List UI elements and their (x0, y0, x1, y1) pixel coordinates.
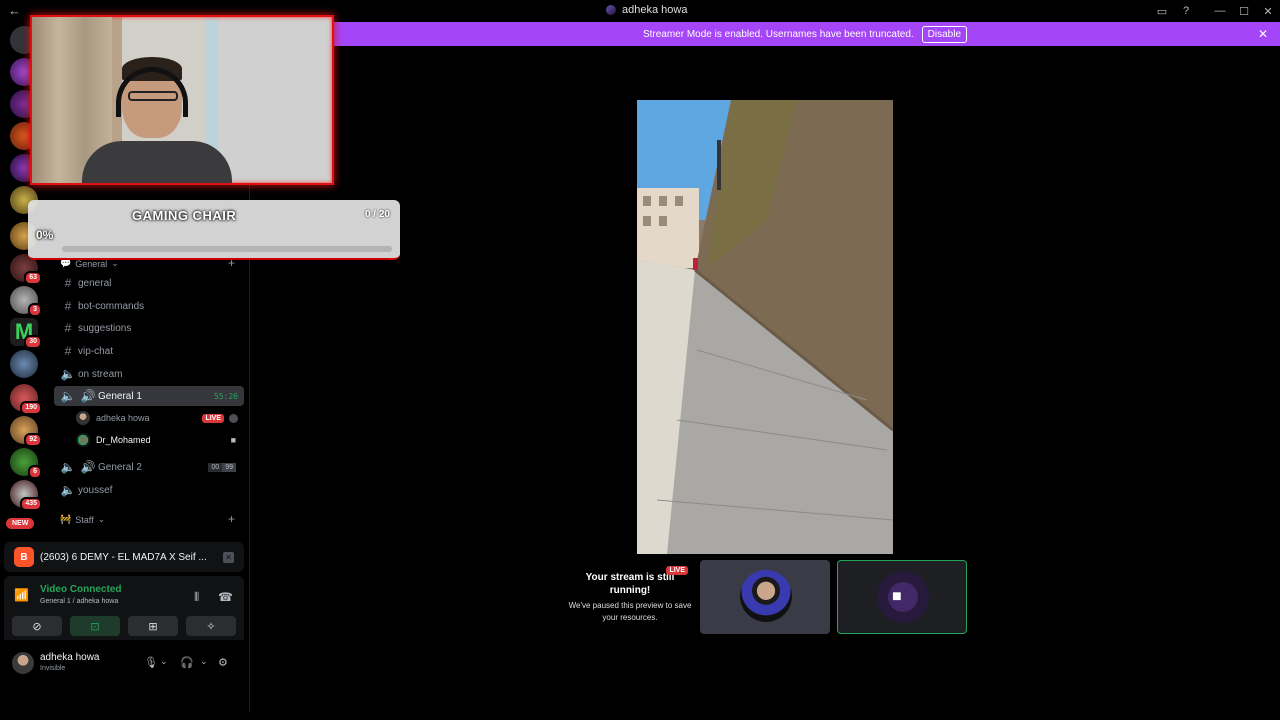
server-icon[interactable]: 435 (10, 480, 42, 511)
soundboard-button[interactable]: ✧ (186, 616, 236, 636)
user-limit-counter: 00 99 (208, 462, 236, 472)
avatar (740, 570, 792, 622)
chevron-down-icon[interactable]: ⌄ (200, 656, 208, 667)
webcam-overlay (30, 15, 334, 185)
server-icon[interactable]: 190 (10, 384, 42, 415)
user-panel: adheka howa Invisible 🎙 ⌄ 🎧 ⌄ ⚙ (4, 642, 244, 686)
voice-status[interactable]: Video Connected (40, 584, 122, 595)
channel-general[interactable]: # general (54, 273, 244, 293)
signal-icon[interactable]: 📶 (14, 588, 29, 602)
inbox-icon[interactable]: ▭ (1150, 0, 1174, 22)
stream-preview[interactable] (637, 100, 893, 554)
voice-timer: 55:26 (213, 391, 238, 401)
chevron-down-icon[interactable]: ⌄ (160, 656, 168, 667)
noise-suppression-icon[interactable]: ⦀ (194, 590, 199, 605)
window-title: adheka howa (606, 4, 687, 16)
hashtag-icon: # (64, 299, 72, 313)
activity-panel[interactable]: B (2603) 6 DEMY - EL MAD7A X Seif ... ✕ (4, 542, 244, 572)
new-badge: NEW (6, 518, 35, 529)
voice-member[interactable]: Dr_Mohamed ■ (76, 430, 242, 450)
goal-progress-track (62, 246, 392, 252)
live-badge: LIVE (202, 413, 224, 423)
maximize-button[interactable]: ☐ (1232, 0, 1256, 22)
close-window-button[interactable]: ✕ (1256, 0, 1280, 22)
channel-bot-commands[interactable]: # bot-commands (54, 296, 244, 316)
speaker-icon: 🔊 (80, 460, 96, 474)
goal-title: GAMING CHAIR (132, 208, 237, 223)
avatar[interactable] (12, 652, 34, 674)
avatar (76, 433, 90, 447)
speaker-icon: 🔈 (60, 460, 76, 474)
brave-browser-icon: B (14, 547, 34, 567)
voice-channel-general-1[interactable]: 🔈 🔊 General 1 55:26 (54, 386, 244, 406)
hashtag-icon: # (64, 344, 72, 358)
participant-tile-active[interactable]: ■ (837, 560, 967, 634)
participant-tile[interactable] (700, 560, 830, 634)
streamer-mode-banner: Streamer Mode is enabled. Usernames have… (330, 22, 1280, 46)
server-icon[interactable]: 3 (10, 286, 42, 317)
category-icon: 🚧 (60, 514, 72, 524)
speaker-icon: 🔈 (60, 483, 76, 497)
banner-text: Streamer Mode is enabled. Usernames have… (642, 28, 914, 40)
streamer-figure (82, 57, 232, 183)
turn-off-camera-button[interactable]: ⊘ (12, 616, 62, 636)
share-screen-button[interactable]: ⊡ (70, 616, 120, 636)
channel-vip-chat[interactable]: # vip-chat (54, 341, 244, 361)
unread-badge: 190 (20, 401, 42, 415)
unread-badge: 435 (20, 497, 42, 511)
hashtag-icon: # (64, 321, 72, 335)
watch-stream-icon[interactable] (229, 413, 238, 423)
channel-on-stream[interactable]: 🔈 on stream (54, 364, 244, 384)
unread-badge: 63 (24, 271, 42, 285)
unread-badge: 92 (24, 433, 42, 447)
unread-badge: 3 (28, 303, 42, 317)
activity-title: (2603) 6 DEMY - EL MAD7A X Seif ... (40, 551, 207, 563)
speaker-icon: 🔊 (80, 389, 96, 403)
speaker-icon: 🔈 (60, 367, 76, 381)
stream-paused-note: LIVE Your stream is still running! We've… (566, 566, 694, 628)
back-arrow-icon[interactable]: ← (8, 3, 21, 18)
live-badge: LIVE (666, 566, 688, 575)
user-status: Invisible (40, 665, 66, 672)
close-banner-icon[interactable]: ✕ (1258, 27, 1268, 41)
paused-description: We've paused this preview to save your r… (568, 601, 692, 622)
video-camera-icon: ■ (892, 588, 902, 605)
voice-connection-panel: 📶 Video Connected General 1 / adheka how… (4, 576, 244, 640)
channel-suggestions[interactable]: # suggestions (54, 318, 244, 338)
microphone-icon[interactable]: 🎙 (144, 656, 158, 669)
activities-button[interactable]: ⊞ (128, 616, 178, 636)
goal-count: 0 / 20 (364, 209, 390, 220)
username[interactable]: adheka howa (40, 652, 100, 663)
disable-streamer-mode-button[interactable]: Disable (921, 25, 968, 43)
server-icon[interactable]: 92 (10, 416, 42, 447)
help-icon[interactable]: ? (1174, 0, 1198, 22)
hashtag-icon: # (64, 276, 72, 290)
unread-badge: 6 (28, 465, 42, 479)
unread-badge: 30 (24, 335, 42, 349)
chevron-down-icon: ⌄ (97, 514, 106, 524)
minimize-button[interactable]: — (1208, 0, 1232, 22)
server-icon[interactable]: 6 (10, 448, 42, 479)
avatar (76, 411, 90, 425)
gear-icon[interactable]: ⚙ (218, 656, 228, 669)
title-avatar (606, 5, 616, 15)
server-icon[interactable]: M 30 (10, 318, 42, 349)
channel-youssef[interactable]: 🔈 youssef (54, 480, 244, 500)
voice-channel-general-2[interactable]: 🔈 🔊 General 2 00 99 (54, 457, 244, 477)
voice-member[interactable]: adheka howa LIVE (76, 408, 242, 428)
category-staff[interactable]: 🚧 Staff ⌄ (60, 514, 105, 525)
disconnect-icon[interactable]: ☎ (218, 590, 233, 604)
activity-icon: 🔈 (60, 389, 76, 403)
server-icon[interactable] (10, 350, 38, 378)
avatar (877, 571, 929, 623)
video-camera-icon: ■ (230, 435, 236, 445)
headphones-icon[interactable]: 🎧 (180, 656, 194, 669)
voice-location[interactable]: General 1 / adheka howa (40, 598, 118, 605)
goal-percent: 0% (36, 228, 54, 242)
goal-widget: GAMING CHAIR 0 / 20 0% (28, 200, 400, 260)
add-channel-icon[interactable]: + (228, 512, 235, 526)
close-activity-icon[interactable]: ✕ (223, 551, 234, 563)
